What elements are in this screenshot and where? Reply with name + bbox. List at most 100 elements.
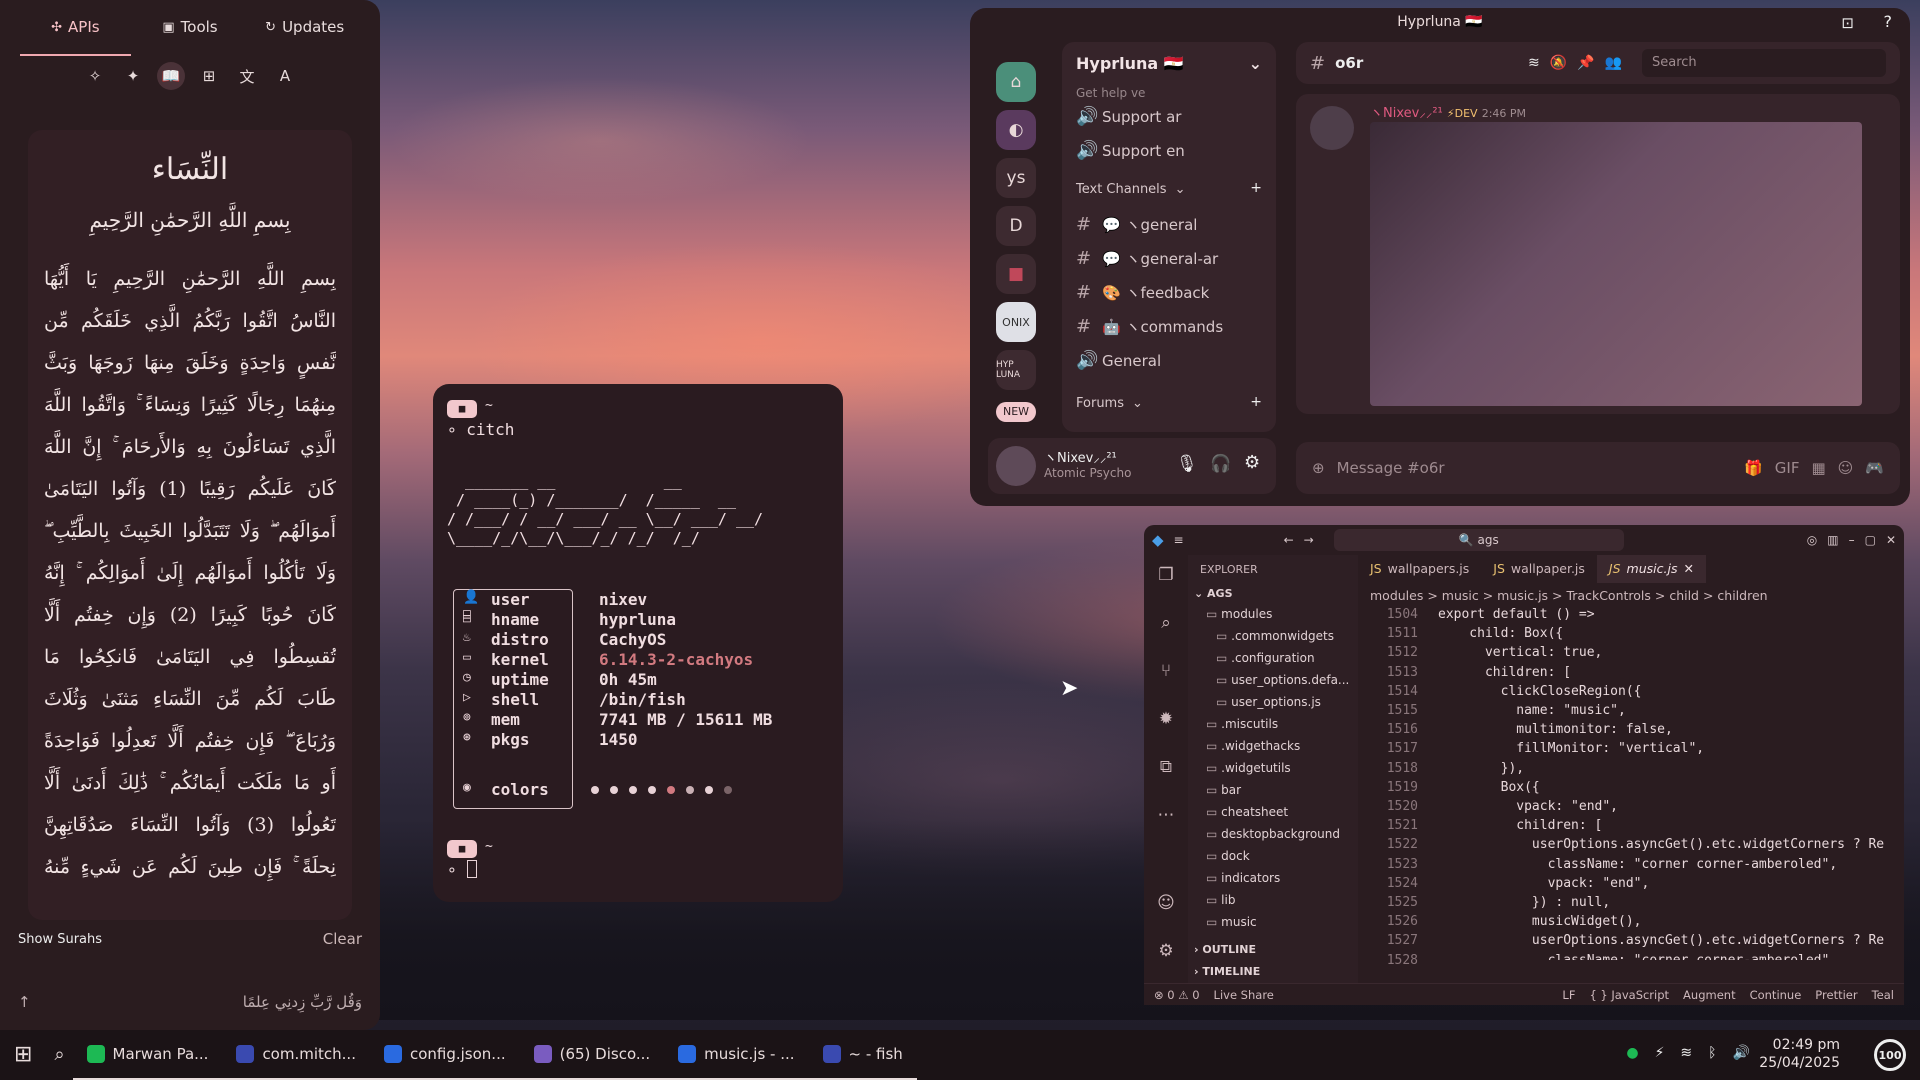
gift-icon[interactable]: 🎁 [1744,459,1763,477]
server-d[interactable]: D [996,206,1036,246]
tree-item[interactable]: ▭ .commonwidgets [1216,629,1334,643]
close-icon[interactable]: ✕ [1886,533,1896,547]
waifu-icon[interactable]: A [271,62,299,90]
source-control-icon[interactable]: ⑂ [1154,661,1178,685]
members-icon[interactable]: 👥 [1605,55,1622,71]
tree-item[interactable]: ▭ .widgetutils [1206,761,1291,775]
server-onix[interactable]: ONIX [996,302,1036,342]
spotify-icon[interactable]: ● [1626,1045,1638,1061]
book-icon[interactable]: 📖 [157,62,185,90]
maximize-icon[interactable]: ▢ [1865,533,1876,547]
message-avatar[interactable] [1310,106,1354,150]
message-input[interactable]: ⊕ Message #o6r 🎁 GIF ▦ ☺ 🎮 [1296,442,1900,494]
wifi-icon[interactable]: ≋ [1680,1045,1692,1061]
threads-icon[interactable]: ≋ [1528,55,1540,71]
headphones-icon[interactable]: 🎧 [1210,454,1231,474]
account-icon[interactable]: ☺ [1154,893,1178,917]
gif-icon[interactable]: GIF [1775,459,1800,477]
mute-channel-icon[interactable]: 🔕 [1550,55,1567,71]
tab-apis[interactable]: ✣ APIs [20,0,131,56]
avatar[interactable] [996,446,1036,486]
taskbar-app[interactable]: config.json... [369,1030,520,1080]
add-channel-icon[interactable]: + [1250,180,1262,196]
pin-icon[interactable]: 📌 [1577,55,1594,71]
mute-icon[interactable]: 🎙 [1176,454,1198,474]
channel-feedback[interactable]: # 🎨 ヽfeedback [1076,282,1209,303]
emoji-icon[interactable]: ☺ [1838,459,1854,477]
tab-wallpaper[interactable]: JS wallpaper.js [1481,555,1597,583]
status-item[interactable]: Live Share [1214,988,1274,1002]
clock[interactable]: 02:49 pm 25/04/2025 [1759,1036,1840,1072]
tree-item[interactable]: ▭ dock [1206,849,1250,863]
tree-root[interactable]: ⌄ AGS [1194,587,1233,600]
tab-updates[interactable]: ↻ Updates [249,0,360,56]
text-channels-category[interactable]: Text Channels ⌄ [1076,182,1185,197]
volume-icon[interactable]: 🔊 [1733,1045,1750,1061]
status-item[interactable]: Prettier [1815,988,1857,1002]
layout-icon[interactable]: ▥ [1827,533,1838,547]
terminal-window[interactable]: ■ ~ ∘ citch _______ __ __ / ____(_) /___… [433,384,843,902]
close-tab-icon[interactable]: ✕ [1683,561,1693,577]
files-icon[interactable]: ❐ [1154,565,1178,589]
taskbar-app[interactable]: com.mitch... [222,1030,370,1080]
outline-section[interactable]: › OUTLINE [1194,943,1256,956]
taskbar-app[interactable]: Marwan Pa... [72,1030,223,1080]
channel-general-voice[interactable]: 🔊 General [1076,350,1161,371]
home-icon[interactable]: ⌂ [996,62,1036,102]
channel-support-en[interactable]: 🔊 Support en [1076,140,1185,161]
channel-general[interactable]: # 💬 ヽgeneral [1076,214,1197,235]
bluetooth-icon[interactable]: ᛒ [1708,1045,1716,1061]
start-icon[interactable]: ⊞ [0,1030,46,1080]
status-item[interactable]: LF [1562,988,1575,1002]
minimize-icon[interactable]: – [1849,533,1855,547]
activity-icon[interactable]: 🎮 [1865,459,1884,477]
clear-button[interactable]: Clear [323,930,362,948]
ai-icon[interactable]: ✧ [81,62,109,90]
tree-item[interactable]: ▭ bar [1206,783,1241,797]
channel-commands[interactable]: # 🤖 ヽcommands [1076,316,1223,337]
taskbar-app[interactable]: ~ - fish [808,1030,917,1080]
status-item[interactable]: ⊗ 0 ⚠ 0 [1154,988,1200,1002]
tree-item[interactable]: ▭ user_options.defa... [1216,673,1349,687]
command-center[interactable]: 🔍 ags [1333,529,1624,551]
help-icon[interactable]: ? [1884,12,1893,31]
show-surahs-button[interactable]: Show Surahs [18,932,102,947]
more-icon[interactable]: ⋯ [1154,805,1178,829]
copilot-icon[interactable]: ◎ [1807,533,1817,547]
search-input[interactable]: Search [1642,49,1886,77]
status-item[interactable]: Teal [1872,988,1894,1002]
status-item[interactable]: { } JavaScript [1589,988,1669,1002]
image-icon[interactable]: ⊞ [195,62,223,90]
manage-gear-icon[interactable]: ⚙ [1154,941,1178,965]
tree-item[interactable]: ▭ user_options.js [1216,695,1321,709]
tree-item[interactable]: ▭ .widgethacks [1206,739,1300,753]
send-arrow-icon[interactable]: ↑ [18,993,31,1011]
new-badge[interactable]: NEW [996,402,1036,422]
battery-indicator[interactable]: 100 [1874,1039,1906,1071]
folder-icon[interactable]: ■ [996,254,1036,294]
server-ys[interactable]: ys [996,158,1036,198]
prompt-input[interactable]: وَقُل رَّبِّ زِدنِي عِلمًا ↑ [18,980,362,1024]
message-author[interactable]: ヽNixev⸝⸝²¹ [1370,106,1443,121]
taskbar-app[interactable]: music.js - ... [664,1030,809,1080]
server-header[interactable]: Hyprluna 🇪🇬 ⌄ [1062,42,1276,84]
search-icon[interactable]: ⌕ [46,1030,72,1080]
menu-icon[interactable]: ≡ [1174,533,1184,547]
status-item[interactable]: Augment [1683,988,1736,1002]
inbox-icon[interactable]: ⊡ [1841,14,1854,32]
add-attachment-icon[interactable]: ⊕ [1312,459,1325,477]
tree-item[interactable]: ▭ .miscutils [1206,717,1278,731]
extensions-icon[interactable]: ⧉ [1154,757,1178,781]
tree-item[interactable]: ▭ lib [1206,893,1235,907]
translate-icon[interactable]: 文 [233,62,261,90]
search-icon[interactable]: ⌕ [1154,613,1178,637]
tree-item[interactable]: ▭ desktopbackground [1206,827,1340,841]
code-editor[interactable]: export default () => child: Box({ vertic… [1438,605,1894,960]
tree-item[interactable]: ▭ modules [1206,607,1272,621]
gemini-icon[interactable]: ✦ [119,62,147,90]
tree-item[interactable]: ▭ music [1206,915,1257,929]
server-avatar-1[interactable]: ◐ [996,110,1036,150]
status-item[interactable]: Continue [1750,988,1802,1002]
debug-icon[interactable]: ✹ [1154,709,1178,733]
sticker-icon[interactable]: ▦ [1811,459,1825,477]
